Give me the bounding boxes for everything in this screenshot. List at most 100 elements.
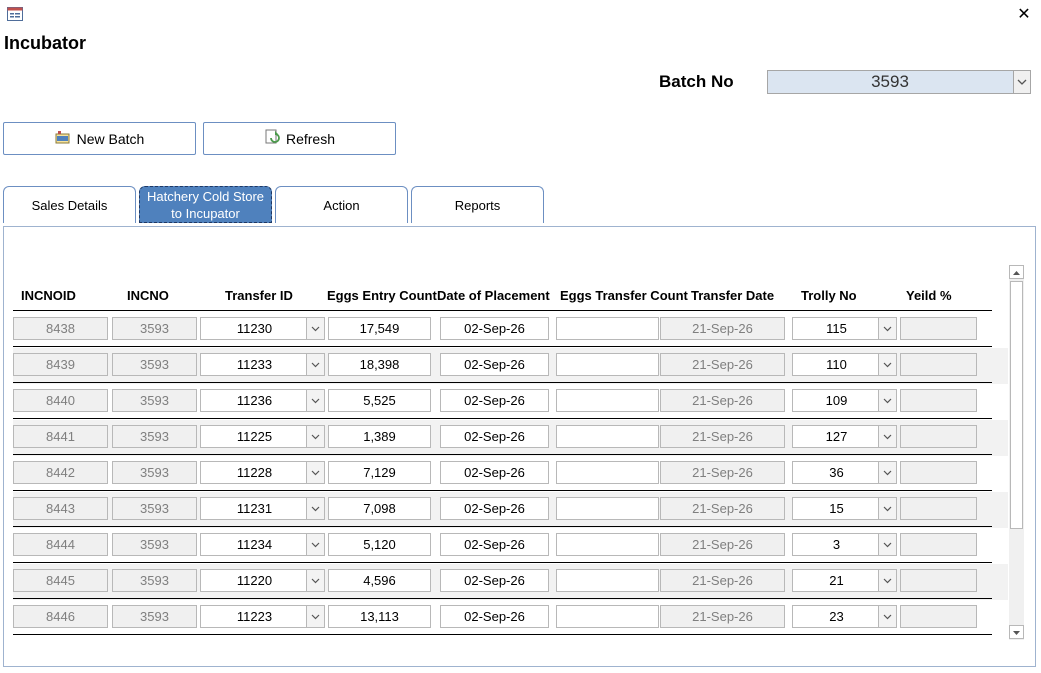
scrollbar-thumb[interactable] [1010,281,1023,529]
cell-eggs-entry-count[interactable]: 5,120 [328,533,431,556]
chevron-down-icon[interactable] [306,354,324,375]
scroll-up-button[interactable] [1009,265,1024,279]
chevron-down-icon[interactable] [878,606,896,627]
cell-transfer-date-value: 21-Sep-26 [692,501,753,516]
close-button[interactable]: ✕ [1015,6,1033,24]
cell-eggs-transfer-count[interactable] [556,497,659,520]
cell-transfer-id[interactable]: 11225 [200,425,325,448]
cell-eggs-entry-count-value: 1,389 [363,429,396,444]
cell-date-of-placement[interactable]: 02-Sep-26 [440,569,549,592]
cell-transfer-id[interactable]: 11231 [200,497,325,520]
chevron-down-icon[interactable] [878,534,896,555]
row-divider [13,346,992,347]
cell-eggs-entry-count[interactable]: 13,113 [328,605,431,628]
cell-trolly-no[interactable]: 15 [792,497,897,520]
cell-date-of-placement[interactable]: 02-Sep-26 [440,389,549,412]
cell-eggs-transfer-count[interactable] [556,461,659,484]
cell-yield [900,389,977,412]
cell-trolly-no[interactable]: 3 [792,533,897,556]
chevron-down-icon[interactable] [306,498,324,519]
cell-eggs-entry-count[interactable]: 7,098 [328,497,431,520]
cell-transfer-id[interactable]: 11223 [200,605,325,628]
cell-eggs-entry-count[interactable]: 5,525 [328,389,431,412]
cell-date-of-placement[interactable]: 02-Sep-26 [440,353,549,376]
cell-date-of-placement-value: 02-Sep-26 [464,573,525,588]
cell-eggs-transfer-count[interactable] [556,533,659,556]
cell-incno-value: 3593 [140,573,169,588]
refresh-button[interactable]: Refresh [203,122,396,155]
cell-date-of-placement-value: 02-Sep-26 [464,393,525,408]
cell-eggs-entry-count[interactable]: 7,129 [328,461,431,484]
new-batch-label: New Batch [76,130,145,147]
header-incnoid: INCNOID [21,288,76,303]
cell-date-of-placement[interactable]: 02-Sep-26 [440,533,549,556]
new-batch-button[interactable]: New Batch [3,122,196,155]
cell-transfer-date-value: 21-Sep-26 [692,609,753,624]
chevron-down-icon[interactable] [1013,71,1030,93]
cell-date-of-placement[interactable]: 02-Sep-26 [440,497,549,520]
cell-trolly-no[interactable]: 115 [792,317,897,340]
tab-reports[interactable]: Reports [411,186,544,223]
cell-date-of-placement[interactable]: 02-Sep-26 [440,605,549,628]
chevron-down-icon[interactable] [878,318,896,339]
chevron-down-icon[interactable] [878,426,896,447]
cell-eggs-transfer-count[interactable] [556,605,659,628]
cell-yield [900,605,977,628]
batch-no-label: Batch No [659,72,734,91]
cell-transfer-date: 21-Sep-26 [660,569,785,592]
cell-eggs-entry-count[interactable]: 18,398 [328,353,431,376]
chevron-down-icon[interactable] [306,570,324,591]
cell-transfer-id[interactable]: 11230 [200,317,325,340]
cell-eggs-transfer-count[interactable] [556,389,659,412]
chevron-down-icon[interactable] [306,534,324,555]
cell-eggs-entry-count[interactable]: 4,596 [328,569,431,592]
cell-transfer-id[interactable]: 11236 [200,389,325,412]
cell-trolly-no[interactable]: 36 [792,461,897,484]
cell-transfer-id[interactable]: 11233 [200,353,325,376]
cell-eggs-transfer-count[interactable] [556,425,659,448]
chevron-down-icon[interactable] [878,570,896,591]
cell-eggs-transfer-count[interactable] [556,569,659,592]
cell-date-of-placement[interactable]: 02-Sep-26 [440,425,549,448]
cell-trolly-no[interactable]: 23 [792,605,897,628]
chevron-down-icon[interactable] [306,390,324,411]
chevron-down-icon[interactable] [878,462,896,483]
header-eggs-entry-count: Eggs Entry Count [327,288,437,303]
chevron-down-icon[interactable] [306,606,324,627]
cell-eggs-transfer-count[interactable] [556,317,659,340]
cell-eggs-entry-count[interactable]: 17,549 [328,317,431,340]
cell-eggs-entry-count-value: 13,113 [360,609,399,624]
cell-date-of-placement-value: 02-Sep-26 [464,321,525,336]
scroll-down-button[interactable] [1009,625,1024,639]
batch-no-value: 3593 [871,72,909,91]
cell-transfer-id[interactable]: 11228 [200,461,325,484]
cell-trolly-no[interactable]: 127 [792,425,897,448]
cell-trolly-no[interactable]: 109 [792,389,897,412]
cell-eggs-entry-count-value: 7,098 [363,501,396,516]
chevron-down-icon[interactable] [306,426,324,447]
chevron-down-icon[interactable] [878,498,896,519]
cell-date-of-placement[interactable]: 02-Sep-26 [440,461,549,484]
cell-date-of-placement-value: 02-Sep-26 [464,465,525,480]
cell-incnoid-value: 8439 [46,357,75,372]
tab-action[interactable]: Action [275,186,408,223]
cell-yield [900,317,977,340]
tab-hatchery-cold-store[interactable]: Hatchery Cold Store to Incupator [139,186,272,223]
cell-date-of-placement[interactable]: 02-Sep-26 [440,317,549,340]
cell-trolly-no[interactable]: 21 [792,569,897,592]
header-yield: Yeild % [906,288,952,303]
batch-no-combo[interactable]: 3593 [767,70,1031,94]
scroll-up-icon [1013,271,1020,275]
cell-eggs-entry-count[interactable]: 1,389 [328,425,431,448]
cell-transfer-id[interactable]: 11234 [200,533,325,556]
cell-eggs-transfer-count[interactable] [556,353,659,376]
cell-date-of-placement-value: 02-Sep-26 [464,357,525,372]
cell-incno: 3593 [112,317,197,340]
cell-trolly-no[interactable]: 110 [792,353,897,376]
chevron-down-icon[interactable] [878,354,896,375]
tab-sales-details[interactable]: Sales Details [3,186,136,223]
cell-transfer-id[interactable]: 11220 [200,569,325,592]
chevron-down-icon[interactable] [306,462,324,483]
chevron-down-icon[interactable] [878,390,896,411]
chevron-down-icon[interactable] [306,318,324,339]
